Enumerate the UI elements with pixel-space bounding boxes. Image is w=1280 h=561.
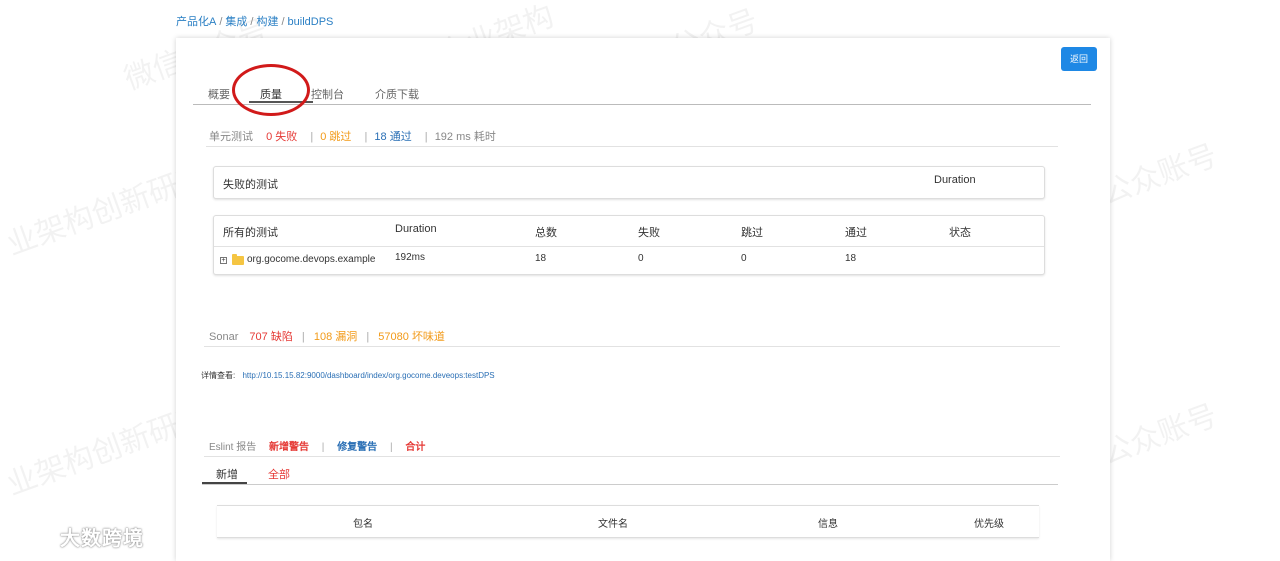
test-duration: 192ms (395, 252, 426, 263)
breadcrumb-item-build[interactable]: 构建 (256, 16, 278, 28)
col-header-priority: 优先级 (974, 519, 1004, 530)
breadcrumb: 产品化A / 集成 / 构建 / buildDPS (176, 13, 333, 29)
divider (206, 146, 1058, 147)
all-tests-table: 所有的测试 Duration 总数 失败 跳过 通过 状态 + org.goco… (213, 215, 1045, 275)
divider (204, 456, 1060, 457)
failed-tests-title: 失败的测试 (223, 179, 278, 191)
test-package-name: org.gocome.devops.example (247, 254, 376, 265)
unit-test-skipped[interactable]: 0 跳过 (320, 131, 351, 143)
sonar-label: Sonar (209, 331, 239, 343)
eslint-summary: Eslint 报告 新增警告 | 修复警告 | 合计 (209, 438, 425, 453)
sonar-bugs[interactable]: 707 缺陷 (249, 331, 292, 343)
folder-icon (232, 254, 244, 265)
main-panel: 返回 概要 质量 控制台 介质下载 单元测试 0 失败 | 0 跳过 | 18 … (176, 38, 1110, 561)
expand-plus-icon[interactable]: + (220, 257, 227, 264)
eslint-table: 包名 文件名 信息 优先级 (217, 505, 1039, 538)
brand-logo: 大数跨境 (10, 522, 144, 551)
logo-text: 大数跨境 (60, 528, 144, 550)
detail-label: 详情查看: (201, 371, 236, 380)
col-header-message: 信息 (818, 519, 838, 530)
eslint-fixed-warnings[interactable]: 修复警告 (337, 442, 377, 453)
test-total: 18 (535, 253, 547, 264)
breadcrumb-item-product[interactable]: 产品化A (176, 16, 216, 28)
col-header-filename: 文件名 (598, 519, 628, 530)
tab-bar: 概要 质量 控制台 介质下载 (193, 82, 1091, 105)
back-button[interactable]: 返回 (1061, 47, 1097, 71)
eslint-new-warnings[interactable]: 新增警告 (269, 442, 309, 453)
highlight-circle (232, 64, 310, 116)
col-header-failed: 失败 (638, 227, 660, 239)
separator: | (389, 442, 393, 453)
separator: | (310, 131, 314, 143)
subtab-all[interactable]: 全部 (268, 466, 290, 482)
tab-media-download[interactable]: 介质下载 (375, 86, 419, 102)
eslint-subtabs: 新增 全部 (202, 461, 1058, 485)
col-header-total: 总数 (535, 227, 557, 239)
breadcrumb-item-builddps[interactable]: buildDPS (288, 16, 334, 28)
failed-tests-duration-header: Duration (934, 174, 976, 186)
divider (204, 346, 1060, 347)
unit-test-summary: 单元测试 0 失败 | 0 跳过 | 18 通过 | 192 ms 耗时 (209, 128, 500, 144)
sonar-detail: 详情查看: http://10.15.15.82:9000/dashboard/… (201, 370, 495, 381)
col-header-skipped: 跳过 (741, 227, 763, 239)
tab-console[interactable]: 控制台 (311, 86, 344, 102)
separator: | (366, 331, 370, 343)
col-header-passed: 通过 (845, 227, 867, 239)
separator: | (364, 131, 368, 143)
unit-test-time: 192 ms 耗时 (434, 131, 496, 143)
unit-test-passed[interactable]: 18 通过 (374, 131, 411, 143)
col-header-duration: Duration (395, 223, 437, 235)
separator: | (321, 442, 325, 453)
breadcrumb-separator: / (281, 16, 285, 28)
sonar-dashboard-link[interactable]: http://10.15.15.82:9000/dashboard/index/… (242, 371, 494, 380)
sonar-summary: Sonar 707 缺陷 | 108 漏洞 | 57080 坏味道 (209, 328, 445, 344)
sonar-vulnerabilities[interactable]: 108 漏洞 (314, 331, 357, 343)
divider (214, 246, 1044, 247)
separator: | (301, 331, 305, 343)
sonar-code-smells[interactable]: 57080 坏味道 (378, 331, 445, 343)
breadcrumb-separator: / (219, 16, 223, 28)
test-failed: 0 (638, 253, 644, 264)
breadcrumb-item-integration[interactable]: 集成 (225, 16, 247, 28)
tab-overview[interactable]: 概要 (208, 86, 230, 102)
col-header-all-tests: 所有的测试 (223, 227, 278, 239)
test-passed: 18 (845, 253, 857, 264)
breadcrumb-separator: / (250, 16, 254, 28)
subtab-new[interactable]: 新增 (216, 466, 238, 482)
subtab-active-indicator (202, 482, 247, 484)
col-header-package: 包名 (353, 519, 373, 530)
failed-tests-panel: 失败的测试 Duration (213, 166, 1045, 199)
eslint-total[interactable]: 合计 (405, 442, 425, 453)
unit-test-label: 单元测试 (209, 131, 253, 143)
col-header-status: 状态 (949, 227, 971, 239)
separator: | (424, 131, 428, 143)
eslint-label: Eslint 报告 (209, 442, 257, 453)
unit-test-failed[interactable]: 0 失败 (266, 131, 297, 143)
test-skipped: 0 (741, 253, 747, 264)
